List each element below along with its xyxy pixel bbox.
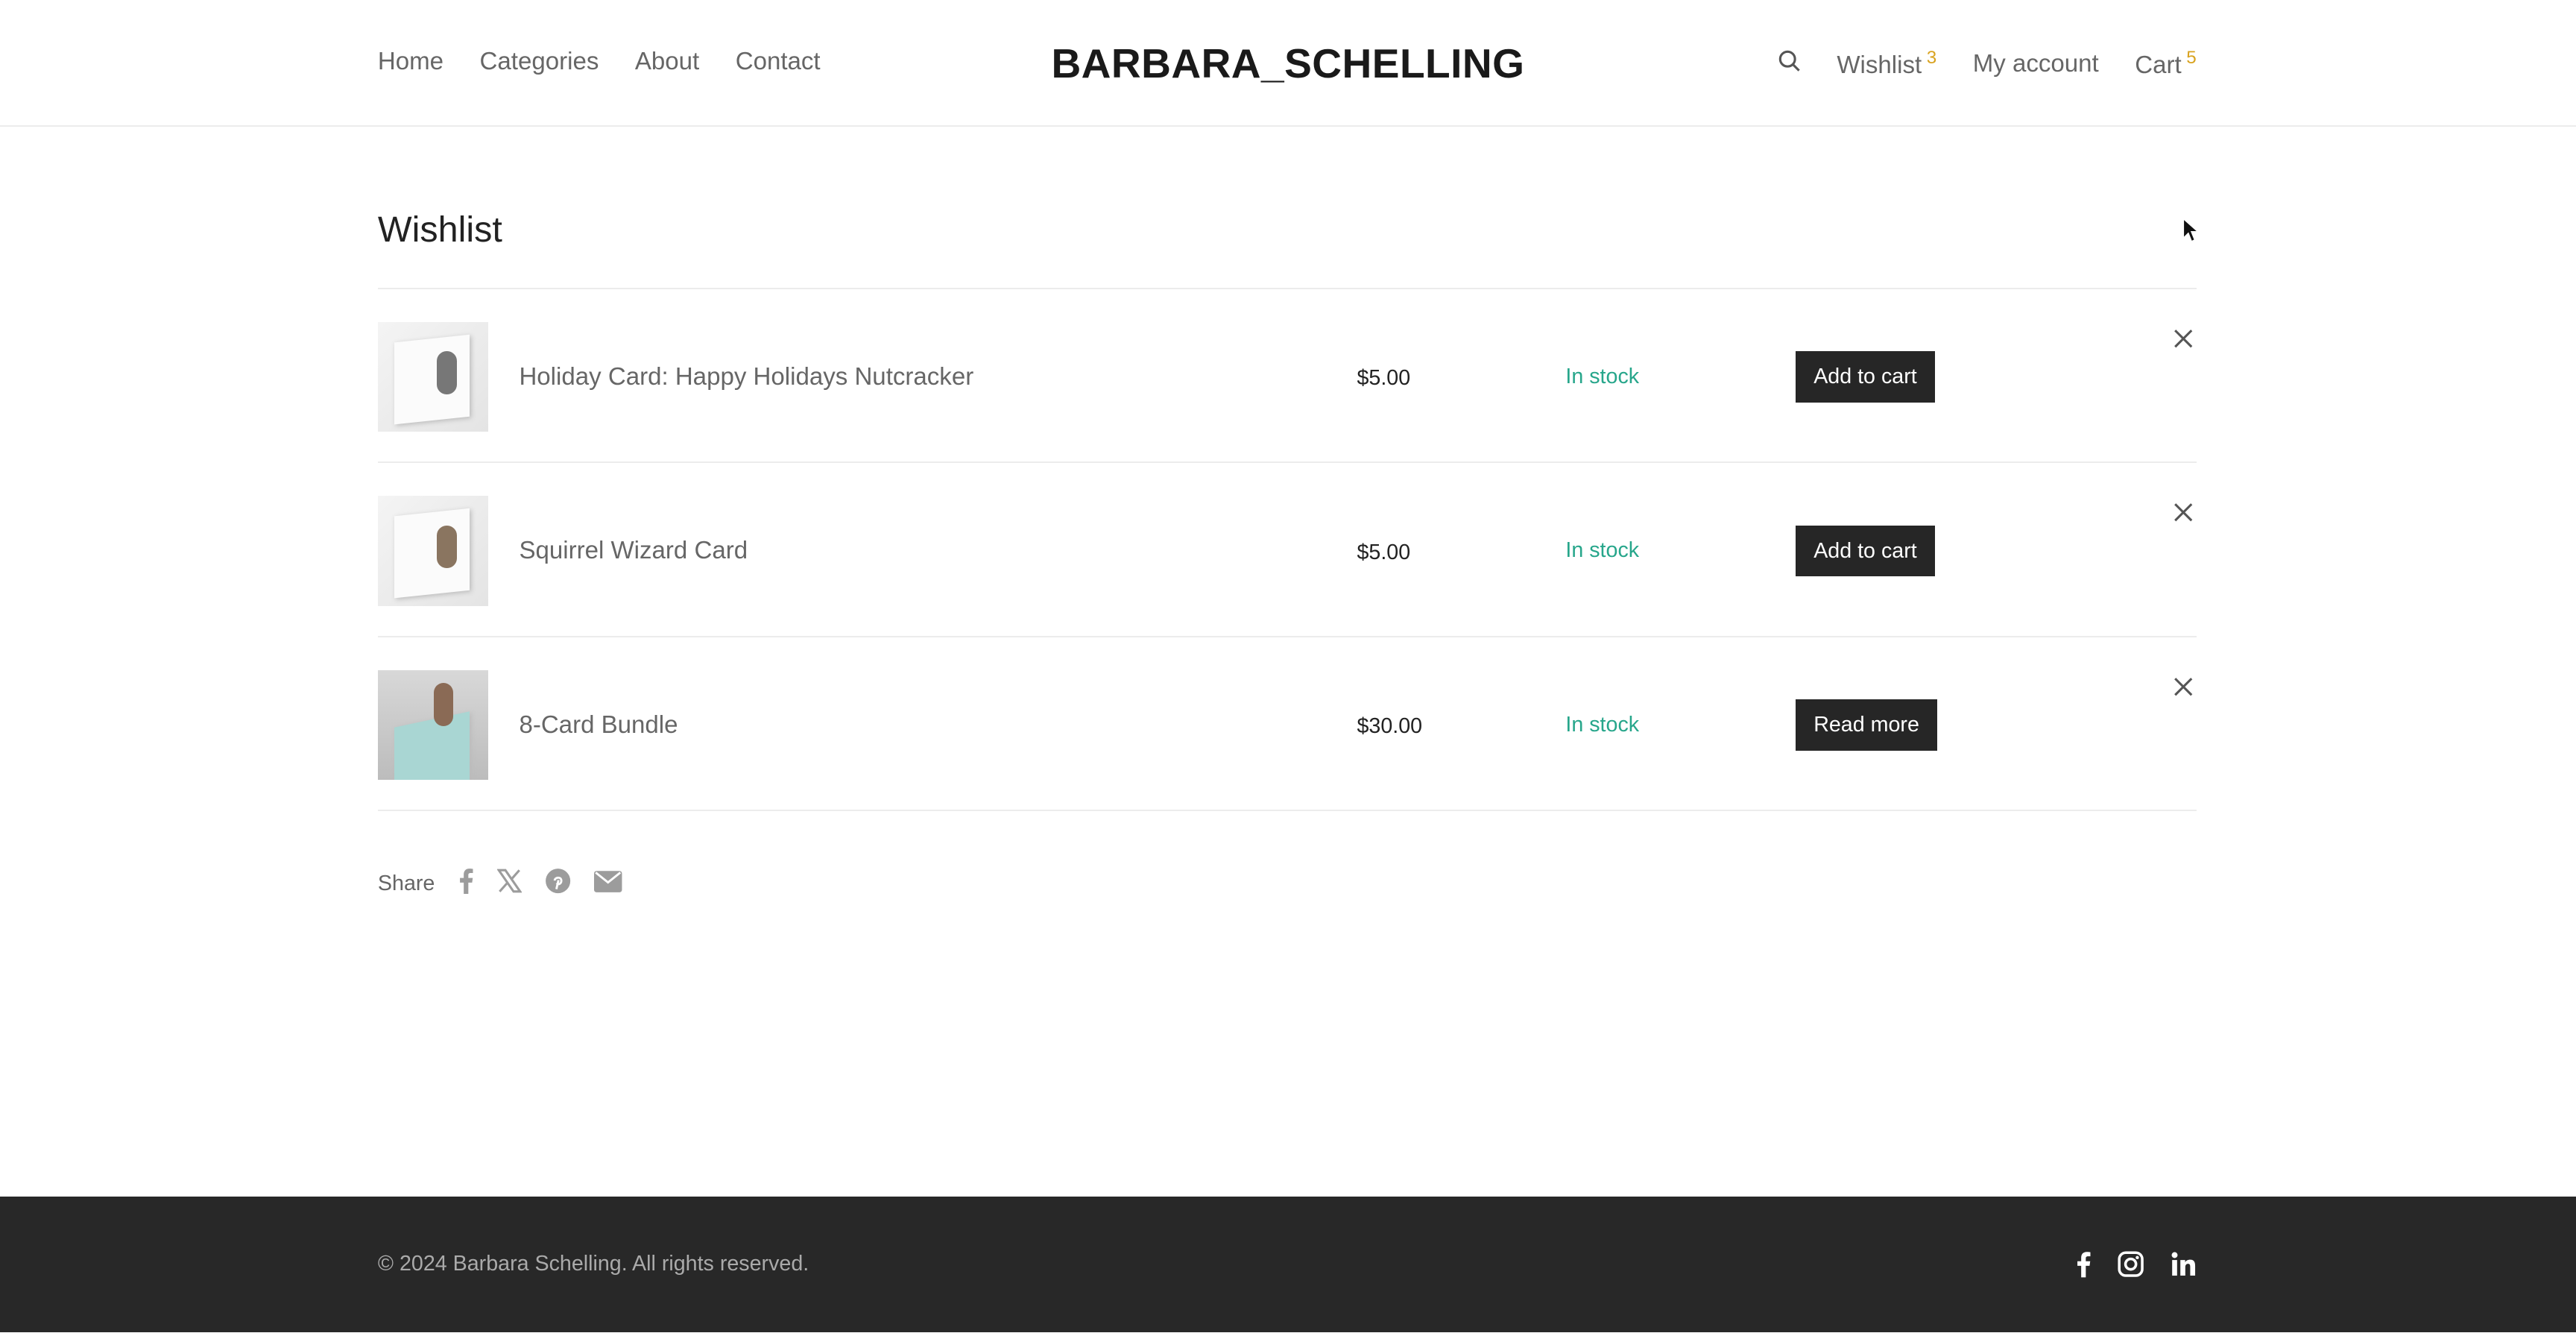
read-more-button[interactable]: Read more [1795,699,1938,751]
stock-status: In stock [1565,538,1640,563]
email-icon[interactable] [594,869,622,898]
product-name[interactable]: Holiday Card: Happy Holidays Nutcracker [519,363,973,391]
utility-nav: Wishlist 3 My account Cart 5 [1778,48,2197,80]
x-icon[interactable] [496,869,523,899]
table-row: Holiday Card: Happy Holidays Nutcracker … [377,289,2197,464]
my-account-link[interactable]: My account [1973,50,2099,78]
facebook-icon[interactable] [458,868,474,900]
product-price: $5.00 [1357,366,1411,391]
pinterest-icon[interactable] [545,868,571,900]
product-name[interactable]: Squirrel Wizard Card [519,537,748,565]
cart-label: Cart [2135,51,2182,80]
site-footer: © 2024 Barbara Schelling. All rights res… [0,1196,2576,1333]
wishlist-label: Wishlist [1837,51,1922,80]
add-to-cart-button[interactable]: Add to cart [1795,525,1935,577]
wishlist-table: Holiday Card: Happy Holidays Nutcracker … [377,287,2197,811]
wishlist-link[interactable]: Wishlist 3 [1837,48,1936,80]
cart-count: 5 [2186,47,2197,68]
share-label: Share [377,871,435,895]
product-price: $5.00 [1357,540,1411,564]
product-price: $30.00 [1357,714,1423,739]
share-bar: Share [378,868,622,900]
page-title: Wishlist [377,209,502,250]
linkedin-icon[interactable] [2171,1251,2197,1284]
stock-status: In stock [1565,365,1640,389]
copyright-text: © 2024 Barbara Schelling. All rights res… [377,1252,809,1276]
remove-icon[interactable] [2174,673,2193,703]
product-name[interactable]: 8-Card Bundle [519,711,678,740]
mouse-cursor-icon [2182,217,2200,250]
product-thumbnail[interactable] [377,496,488,606]
table-row: Squirrel Wizard Card $5.00 In stock Add … [377,463,2197,637]
remove-icon[interactable] [2174,500,2193,529]
footer-social [2075,1250,2197,1285]
facebook-icon[interactable] [2075,1250,2092,1285]
stock-status: In stock [1565,712,1640,737]
remove-icon[interactable] [2174,325,2193,355]
product-thumbnail[interactable] [377,669,488,781]
table-row: 8-Card Bundle $30.00 In stock Read more [377,637,2197,811]
instagram-icon[interactable] [2118,1251,2144,1284]
add-to-cart-button[interactable]: Add to cart [1795,351,1935,403]
wishlist-count: 3 [1926,47,1937,68]
product-thumbnail[interactable] [377,321,488,432]
search-icon[interactable] [1778,49,1801,79]
cart-link[interactable]: Cart 5 [2135,48,2197,80]
site-header: Home Categories About Contact BARBARA_SC… [0,0,2576,127]
